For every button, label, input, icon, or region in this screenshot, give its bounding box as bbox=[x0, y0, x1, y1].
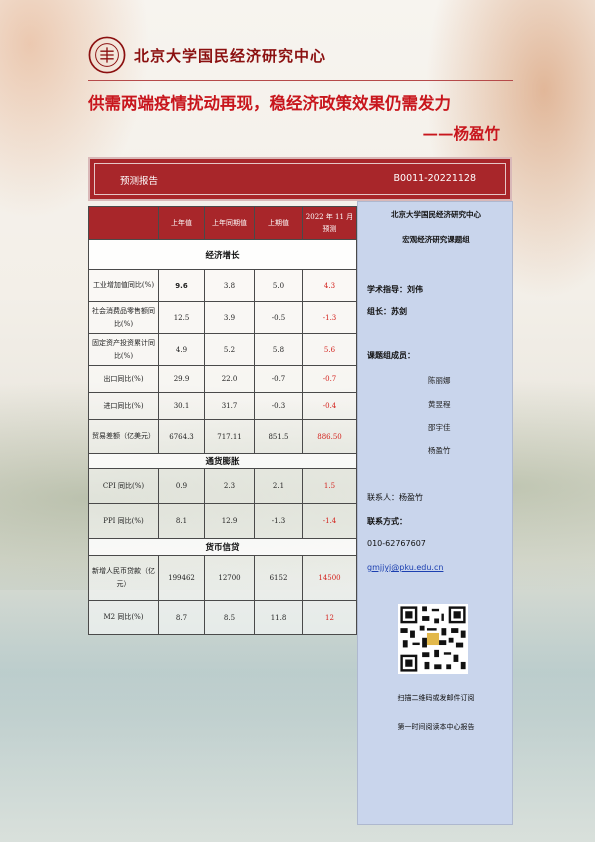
cell-last-period: 11.8 bbox=[254, 600, 303, 635]
cell-forecast: 4.3 bbox=[302, 269, 357, 302]
report-headline: 供需两端疫情扰动再现，稳经济政策效果仍需发力 bbox=[88, 94, 451, 113]
report-type: 预测报告 bbox=[120, 176, 159, 187]
cell-last-year: 30.1 bbox=[158, 392, 205, 420]
table-section-row: 通货膨胀 bbox=[88, 453, 357, 469]
cell-same-period: 3.8 bbox=[204, 269, 255, 302]
cell-last-period: -1.3 bbox=[254, 503, 303, 539]
org-title: 北京大学国民经济研究中心 bbox=[134, 46, 327, 65]
cell-last-period: 2.1 bbox=[254, 468, 303, 504]
table-header-cell: 上年值 bbox=[158, 206, 205, 240]
report-author: ——杨盈竹 bbox=[422, 124, 500, 143]
report-code: B0011-20221128 bbox=[393, 173, 476, 184]
cell-forecast: -1.3 bbox=[302, 301, 357, 334]
panel-subscribe-text: 扫描二维码或发邮件订阅 bbox=[397, 694, 475, 702]
report-info-bar: 预测报告 B0011-20221128 bbox=[88, 157, 512, 201]
cell-last-year: 6764.3 bbox=[158, 419, 205, 454]
cell-same-period: 717.11 bbox=[204, 419, 255, 454]
cell-forecast: -0.4 bbox=[302, 392, 357, 420]
row-label: 工业增加值同比(%) bbox=[88, 269, 159, 302]
panel-group-name: 宏观经济研究课题组 bbox=[402, 235, 470, 244]
panel-contact-person: 联系人：杨盈竹 bbox=[367, 493, 423, 502]
cell-last-year: 0.9 bbox=[158, 468, 205, 504]
table-row: 进口同比(%) 30.1 31.7 -0.3 -0.4 bbox=[88, 392, 357, 420]
cell-forecast: 1.5 bbox=[302, 468, 357, 504]
panel-org-name: 北京大学国民经济研究中心 bbox=[391, 210, 481, 219]
cell-last-year: 12.5 bbox=[158, 301, 205, 334]
cell-forecast: 14500 bbox=[302, 555, 357, 601]
row-label: 进口同比(%) bbox=[88, 392, 159, 420]
cell-last-period: 5.8 bbox=[254, 333, 303, 366]
cell-same-period: 5.2 bbox=[204, 333, 255, 366]
panel-member: 陈丽娜 bbox=[428, 376, 451, 385]
table-row: PPI 同比(%) 8.1 12.9 -1.3 -1.4 bbox=[88, 503, 357, 539]
cell-same-period: 3.9 bbox=[204, 301, 255, 334]
panel-members-label: 课题组成员： bbox=[367, 350, 415, 360]
panel-contact-label: 联系方式： bbox=[367, 516, 407, 526]
table-row: 出口同比(%) 29.9 22.0 -0.7 -0.7 bbox=[88, 365, 357, 393]
cell-last-period: 5.0 bbox=[254, 269, 303, 302]
cell-same-period: 12700 bbox=[204, 555, 255, 601]
cell-last-period: -0.3 bbox=[254, 392, 303, 420]
cell-last-period: -0.7 bbox=[254, 365, 303, 393]
forecast-table: 上年值 上年同期值 上期值 2022 年 11 月预测 经济增长 工业增加值同比… bbox=[88, 206, 357, 635]
panel-member: 黄昱程 bbox=[428, 400, 451, 409]
cell-last-year: 29.9 bbox=[158, 365, 205, 393]
table-header-cell: 上期值 bbox=[254, 206, 303, 240]
table-header-row: 上年值 上年同期值 上期值 2022 年 11 月预测 bbox=[88, 206, 357, 240]
table-row: 新增人民币贷款（亿元） 199462 12700 6152 14500 bbox=[88, 555, 357, 601]
cell-last-year: 8.7 bbox=[158, 600, 205, 635]
row-label: 贸易差额（亿美元） bbox=[88, 419, 159, 454]
cell-last-period: -0.5 bbox=[254, 301, 303, 334]
cell-forecast: -0.7 bbox=[302, 365, 357, 393]
section-title-credit: 货币信贷 bbox=[88, 538, 357, 556]
cell-forecast: 886.50 bbox=[302, 419, 357, 454]
panel-advisor: 学术指导：刘伟 bbox=[367, 284, 423, 294]
panel-email-link[interactable]: gmjjyj@pku.edu.cn bbox=[367, 563, 443, 572]
panel-leader: 组长：苏剑 bbox=[367, 306, 407, 316]
cell-last-year: 9.6 bbox=[158, 269, 205, 302]
row-label: 新增人民币贷款（亿元） bbox=[88, 555, 159, 601]
cell-forecast: -1.4 bbox=[302, 503, 357, 539]
table-row: 固定资产投资累计同比(%) 4.9 5.2 5.8 5.6 bbox=[88, 333, 357, 366]
section-title-inflation: 通货膨胀 bbox=[88, 453, 357, 469]
table-row: 社会消费品零售额同比(%) 12.5 3.9 -0.5 -1.3 bbox=[88, 301, 357, 334]
cell-forecast: 12 bbox=[302, 600, 357, 635]
cell-same-period: 2.3 bbox=[204, 468, 255, 504]
cell-same-period: 8.5 bbox=[204, 600, 255, 635]
cell-same-period: 31.7 bbox=[204, 392, 255, 420]
cell-last-period: 851.5 bbox=[254, 419, 303, 454]
row-label: PPI 同比(%) bbox=[88, 503, 159, 539]
cell-same-period: 22.0 bbox=[204, 365, 255, 393]
cell-same-period: 12.9 bbox=[204, 503, 255, 539]
row-label: 出口同比(%) bbox=[88, 365, 159, 393]
header-logo: 北京大学国民经济研究中心 bbox=[88, 36, 326, 74]
university-seal-icon bbox=[88, 36, 126, 74]
row-label: M2 同比(%) bbox=[88, 600, 159, 635]
row-label: 固定资产投资累计同比(%) bbox=[88, 333, 159, 366]
section-title-growth: 经济增长 bbox=[88, 239, 357, 270]
info-panel: 北京大学国民经济研究中心 宏观经济研究课题组 学术指导：刘伟 组长：苏剑 课题组… bbox=[357, 201, 513, 825]
table-row: 工业增加值同比(%) 9.6 3.8 5.0 4.3 bbox=[88, 269, 357, 302]
row-label: 社会消费品零售额同比(%) bbox=[88, 301, 159, 334]
panel-read-text: 第一时间阅读本中心报告 bbox=[397, 723, 475, 731]
cell-last-period: 6152 bbox=[254, 555, 303, 601]
table-header-cell: 上年同期值 bbox=[204, 206, 255, 240]
header-divider bbox=[88, 80, 513, 81]
qr-code-icon bbox=[398, 604, 468, 674]
panel-member: 邵宇佳 bbox=[428, 423, 451, 432]
row-label: CPI 同比(%) bbox=[88, 468, 159, 504]
table-row: 贸易差额（亿美元） 6764.3 717.11 851.5 886.50 bbox=[88, 419, 357, 454]
panel-member: 杨盈竹 bbox=[428, 446, 451, 455]
cell-last-year: 4.9 bbox=[158, 333, 205, 366]
table-section-row: 货币信贷 bbox=[88, 538, 357, 556]
cell-last-year: 199462 bbox=[158, 555, 205, 601]
table-row: CPI 同比(%) 0.9 2.3 2.1 1.5 bbox=[88, 468, 357, 504]
table-section-row: 经济增长 bbox=[88, 239, 357, 270]
panel-phone: 010-62767607 bbox=[367, 539, 426, 548]
cell-last-year: 8.1 bbox=[158, 503, 205, 539]
table-row: M2 同比(%) 8.7 8.5 11.8 12 bbox=[88, 600, 357, 635]
table-header-cell bbox=[88, 206, 159, 240]
cell-forecast: 5.6 bbox=[302, 333, 357, 366]
table-header-cell: 2022 年 11 月预测 bbox=[302, 206, 357, 240]
